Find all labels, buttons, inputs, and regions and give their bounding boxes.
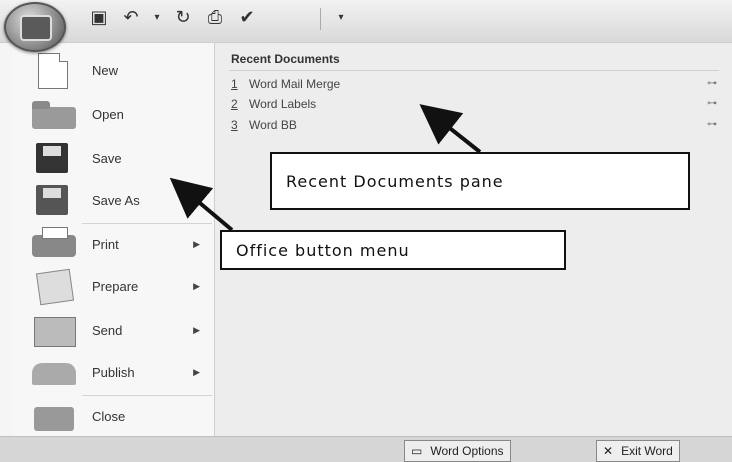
menu-item-label: Close	[92, 408, 126, 424]
callout-label: Recent Documents pane	[286, 171, 504, 191]
menu-item-label: Send	[92, 322, 123, 338]
save-disk-icon	[30, 141, 80, 175]
save-as-icon	[30, 183, 80, 217]
prepare-icon	[30, 268, 80, 306]
redo-icon[interactable]: ↻	[172, 7, 194, 29]
submenu-arrow-icon: ▶	[193, 238, 200, 249]
close-icon: ✕	[603, 444, 614, 458]
printer-icon	[30, 227, 80, 261]
menu-item-publish[interactable]: Publish ▶	[12, 351, 214, 393]
save-icon[interactable]: ▣	[88, 7, 110, 29]
recent-document-item[interactable]: 3 Word BB ⊶	[231, 118, 721, 138]
office-menu-commands: New Open Save Save As Print ▶ Prepare ▶ …	[12, 43, 215, 437]
recent-document-item[interactable]: 1 Word Mail Merge ⊶	[231, 77, 721, 97]
submenu-arrow-icon: ▶	[193, 366, 200, 377]
menu-item-label: Prepare	[92, 278, 139, 294]
pin-icon[interactable]: ⊶	[707, 98, 717, 109]
submenu-arrow-icon: ▶	[193, 280, 200, 291]
recent-document-number: 2	[231, 97, 238, 111]
pin-icon[interactable]: ⊶	[707, 78, 717, 89]
publish-icon	[30, 355, 80, 389]
menu-item-label: New	[92, 62, 119, 78]
recent-document-name: Word Labels	[249, 97, 317, 111]
menu-item-print[interactable]: Print ▶	[12, 223, 214, 265]
close-document-icon	[30, 399, 80, 433]
pin-icon[interactable]: ⊶	[707, 119, 717, 130]
recent-document-name: Word Mail Merge	[249, 77, 341, 91]
office-button[interactable]	[4, 2, 66, 52]
menu-item-save-as[interactable]: Save As	[12, 179, 214, 221]
recent-documents-title: Recent Documents	[231, 52, 340, 66]
menu-item-open[interactable]: Open	[12, 93, 214, 135]
print-preview-icon[interactable]: ⎙	[204, 7, 226, 29]
recent-pane-callout: Recent Documents pane	[270, 152, 690, 210]
toolbar-divider	[320, 8, 321, 30]
menu-item-prepare[interactable]: Prepare ▶	[12, 265, 214, 307]
office-menu-callout: Office button menu	[220, 230, 566, 270]
undo-icon[interactable]: ↶	[120, 7, 142, 29]
submenu-arrow-icon: ▶	[193, 324, 200, 335]
office-logo-icon	[20, 15, 52, 41]
callout-label: Office button menu	[236, 240, 410, 260]
office-menu-footer: ▭ Word Options ✕ Exit Word	[0, 436, 732, 462]
menu-item-label: Open	[92, 106, 124, 122]
menu-item-label: Print	[92, 236, 119, 252]
menu-item-close[interactable]: Close	[12, 395, 214, 437]
word-options-label: Word Options	[430, 444, 504, 458]
recent-document-number: 1	[231, 77, 238, 91]
menu-item-label: Publish	[92, 364, 135, 380]
exit-word-label: Exit Word	[621, 444, 673, 458]
recent-document-name: Word BB	[249, 118, 297, 132]
exit-word-button[interactable]: ✕ Exit Word	[596, 440, 680, 462]
options-icon: ▭	[411, 444, 423, 458]
menu-item-new[interactable]: New	[12, 49, 214, 91]
quick-access-icons: ▣ ↶ ▾ ↻ ⎙ ✔	[88, 7, 258, 29]
menu-item-send[interactable]: Send ▶	[12, 309, 214, 351]
open-folder-icon	[30, 97, 80, 131]
menu-item-save[interactable]: Save	[12, 137, 214, 179]
spelling-icon[interactable]: ✔	[236, 7, 258, 29]
recent-document-item[interactable]: 2 Word Labels ⊶	[231, 97, 721, 117]
word-window: ▣ ↶ ▾ ↻ ⎙ ✔ ▾ New Open Save Save As Prin…	[0, 0, 732, 462]
new-document-icon	[30, 53, 80, 89]
menu-item-label: Save	[92, 150, 122, 166]
customize-toolbar-icon[interactable]: ▾	[330, 7, 352, 29]
word-options-button[interactable]: ▭ Word Options	[404, 440, 511, 462]
menu-item-label: Save As	[92, 192, 140, 208]
send-icon	[30, 313, 80, 347]
undo-dropdown-icon[interactable]: ▾	[152, 7, 162, 29]
recent-divider	[229, 70, 719, 71]
quick-access-toolbar: ▣ ↶ ▾ ↻ ⎙ ✔ ▾	[0, 0, 732, 52]
recent-document-number: 3	[231, 118, 238, 132]
